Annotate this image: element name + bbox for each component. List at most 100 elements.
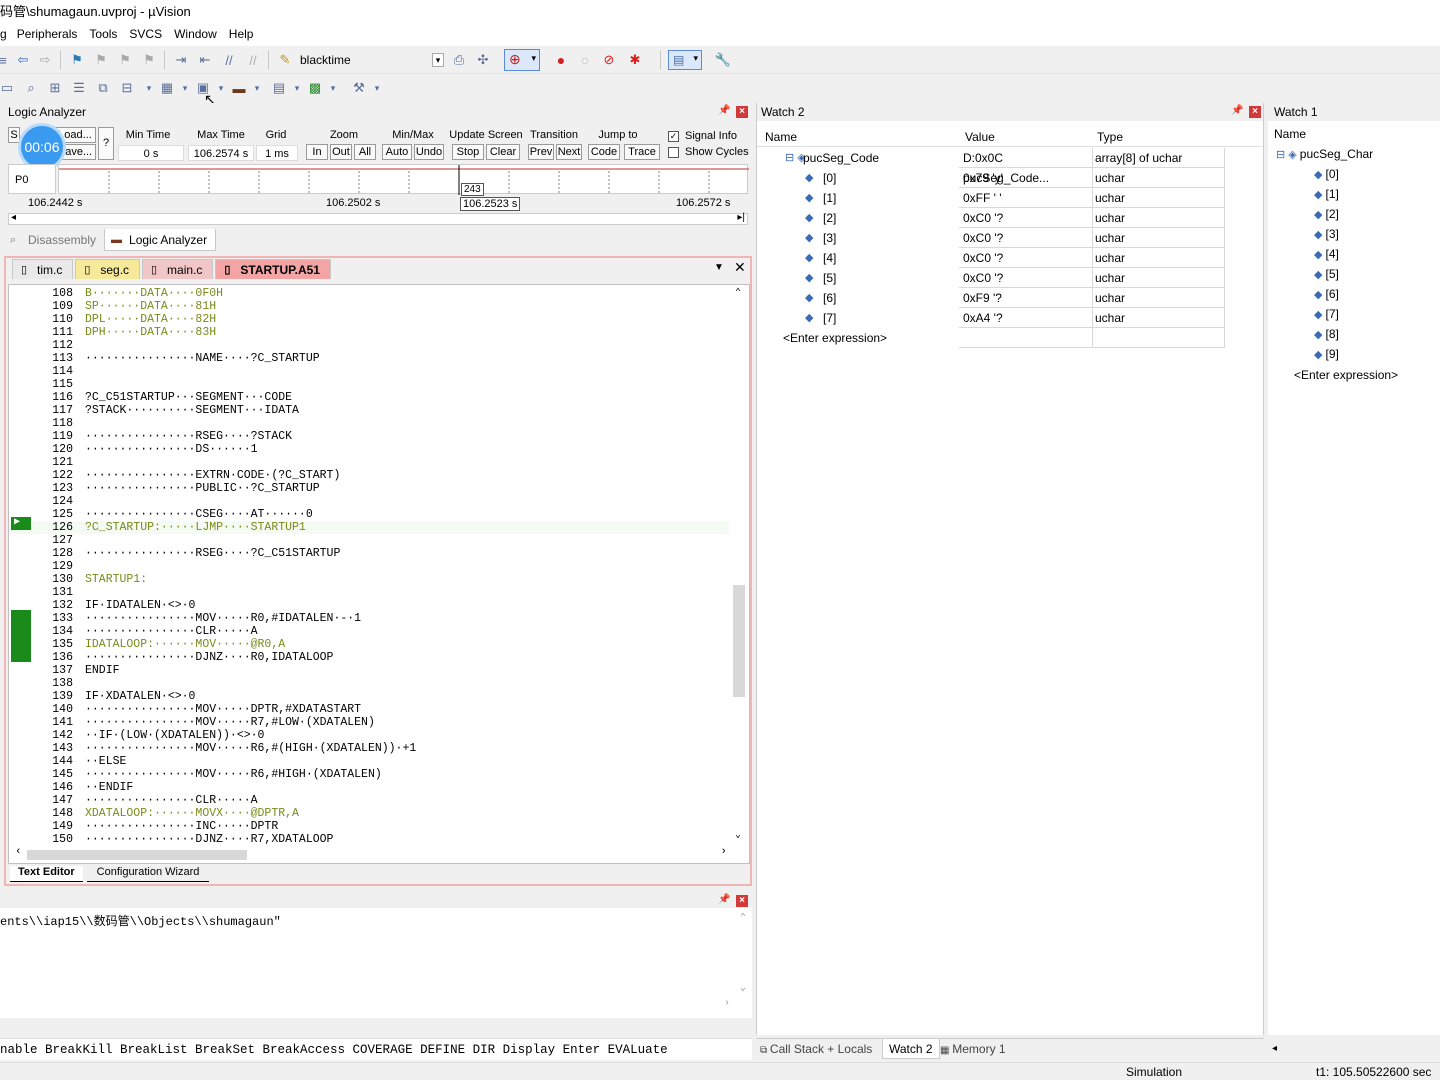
watch1-row[interactable]: ◆ [5] [1314, 264, 1339, 284]
toolbox-icon[interactable]: ⚒ [350, 79, 368, 97]
watch1-row[interactable]: ◆ [9] [1314, 344, 1339, 364]
watch-value[interactable]: 0xFF ' ' [959, 188, 1093, 208]
menu-item-peripherals[interactable]: Peripherals [11, 24, 84, 46]
auto-button[interactable]: Auto [382, 144, 412, 160]
close-icon[interactable]: × [736, 106, 748, 118]
waveform-area[interactable]: 243 [58, 164, 749, 196]
tab-startup-a51[interactable]: ▯ STARTUP.A51 [215, 259, 331, 279]
signal-info-checkbox[interactable]: ✓ [668, 131, 679, 142]
watch-row[interactable]: ◆ [0] 0x79 'y' uchar [757, 168, 1263, 188]
scroll-up-icon[interactable]: ⌃ [735, 287, 741, 299]
stop-button[interactable]: Stop [452, 144, 484, 160]
find-combo[interactable]: blacktime ▾ [300, 51, 446, 69]
watch1-row[interactable]: ◆ [0] [1314, 164, 1339, 184]
pin-icon[interactable]: 📌 [718, 105, 730, 116]
tab-memory1[interactable]: ▦ Memory 1 [940, 1039, 1006, 1059]
bookmark-prev-icon[interactable]: ⚑ [92, 51, 110, 69]
jump-trace-button[interactable]: Trace [624, 144, 660, 160]
forward-icon[interactable]: ⇨ [36, 51, 54, 69]
watch-window-icon[interactable]: ⊟ [118, 79, 136, 97]
comment-icon[interactable]: // [220, 51, 238, 69]
watch-row[interactable]: ◆ [7] 0xA4 '? uchar [757, 308, 1263, 328]
watch-row[interactable]: ◆ [1] 0xFF ' ' uchar [757, 188, 1263, 208]
configure-icon[interactable]: 🔧 [714, 51, 732, 69]
watch1-row[interactable]: ◆ [3] [1314, 224, 1339, 244]
analysis-window-icon[interactable]: ▬ [230, 79, 248, 97]
watch1-row[interactable]: ◆ [2] [1314, 204, 1339, 224]
symbols-window-icon[interactable]: ⊞ [46, 79, 64, 97]
close-file-icon[interactable]: ✕ [734, 259, 746, 276]
breakpoint-disable-icon[interactable]: ○ [576, 51, 594, 69]
breakpoint-kill-all-icon[interactable]: ✱ [626, 51, 644, 69]
breakpoint-icon[interactable]: ● [552, 51, 570, 69]
undo-button[interactable]: Undo [414, 144, 444, 160]
command-window-icon[interactable]: ▭ [0, 79, 16, 97]
jump-code-button[interactable]: Code [588, 144, 620, 160]
bookmark-icon[interactable]: ⚑ [68, 51, 86, 69]
watch1-scrollbar[interactable]: ◂ [1270, 1040, 1440, 1060]
scroll-down-icon[interactable]: ⌄ [735, 829, 741, 841]
window-layout-button[interactable]: ▤ ▾ [668, 50, 702, 70]
horizontal-scrollbar[interactable]: ◂ ▸| [8, 212, 748, 225]
show-cycles-checkbox[interactable] [668, 147, 679, 158]
watch-value[interactable]: 0xA4 '? [959, 308, 1093, 328]
debug-session-button[interactable]: ⊕ ▾ [504, 49, 540, 71]
next-button[interactable]: Next [556, 144, 582, 160]
tab-list-chevron-icon[interactable]: ▼ [714, 262, 724, 273]
zoom-out-button[interactable]: Out [330, 144, 352, 160]
tab-watch2[interactable]: Watch 2 [882, 1039, 940, 1059]
zoom-all-button[interactable]: All [354, 144, 376, 160]
watch-value[interactable]: 0xC0 '? [959, 228, 1093, 248]
pin-icon[interactable]: 📌 [1231, 105, 1243, 116]
tab-configuration-wizard[interactable]: Configuration Wizard [86, 866, 210, 882]
menu-item-tools[interactable]: Tools [83, 24, 123, 46]
trace-window-icon[interactable]: ▤ [270, 79, 288, 97]
enter-expression[interactable]: <Enter expression> [783, 328, 887, 348]
incremental-find-icon[interactable]: ✣ [474, 51, 492, 69]
back-icon[interactable]: ⇦ [14, 51, 32, 69]
menu-item-cut[interactable]: g [0, 24, 11, 46]
close-icon[interactable]: × [1249, 106, 1261, 118]
watch1-root-row[interactable]: ⊟ ◈ pucSeg_Char [1276, 144, 1373, 164]
menu-item-window[interactable]: Window [168, 24, 223, 46]
memory-window-icon[interactable]: ▦ [158, 79, 176, 97]
tab-call-stack[interactable]: ⧉ Call Stack + Locals [760, 1039, 872, 1059]
tab-disassembly[interactable]: ⌕ Disassembly [4, 229, 104, 251]
breakpoint-disable-all-icon[interactable]: ⊘ [600, 51, 618, 69]
watch-value[interactable]: 0xC0 '? [959, 268, 1093, 288]
watch1-row[interactable]: ◆ [4] [1314, 244, 1339, 264]
tab-logic-analyzer[interactable]: ▬ Logic Analyzer [104, 229, 217, 251]
bookmark-clear-icon[interactable]: ⚑ [140, 51, 158, 69]
chevron-down-icon[interactable]: ▾ [432, 53, 444, 67]
watch-value[interactable]: 0xC0 '? [959, 208, 1093, 228]
disassembly-window-icon[interactable]: ⌕ [22, 79, 40, 97]
system-viewer-icon[interactable]: ▩ [306, 79, 324, 97]
signal-name-p0[interactable]: P0 [8, 164, 56, 194]
uncomment-icon[interactable]: // [244, 51, 262, 69]
vertical-scrollbar[interactable]: ⌃ ⌄ [731, 285, 749, 845]
watch1-row[interactable]: ◆ [8] [1314, 324, 1339, 344]
h-scroll-thumb[interactable] [27, 850, 247, 860]
pin-icon[interactable]: 📌 [718, 894, 730, 905]
call-stack-icon[interactable]: ⧉ [94, 79, 112, 97]
watch1-row[interactable]: ◆ [1] [1314, 184, 1339, 204]
enter-expression[interactable]: <Enter expression> [1294, 365, 1398, 385]
registers-window-icon[interactable]: ☰ [70, 79, 88, 97]
indent-more-icon[interactable]: ⇥ [172, 51, 190, 69]
watch-root-row[interactable]: ⊟ ◈ pucSeg_Code D:0x0C pucSeg_Code... array… [757, 148, 1263, 185]
close-icon[interactable]: × [736, 895, 748, 907]
watch-row[interactable]: ◆ [2] 0xC0 '? uchar [757, 208, 1263, 228]
bookmark-next-icon[interactable]: ⚑ [116, 51, 134, 69]
tab-text-editor[interactable]: Text Editor [10, 866, 83, 882]
watch1-row[interactable]: ◆ [6] [1314, 284, 1339, 304]
enter-expression-row[interactable]: <Enter expression> [757, 328, 1263, 348]
prev-button[interactable]: Prev [528, 144, 554, 160]
scroll-thumb[interactable] [733, 585, 745, 697]
code-h-scrollbar[interactable]: ‹ › [13, 846, 729, 861]
watch-row[interactable]: ◆ [5] 0xC0 '? uchar [757, 268, 1263, 288]
tab-seg-c[interactable]: ▯ seg.c [75, 259, 141, 279]
find-in-files-icon[interactable]: ✎ [276, 51, 294, 69]
menu-item-svcs[interactable]: SVCS [123, 24, 168, 46]
watch-value[interactable]: D:0x0C pucSeg_Code... [959, 148, 1093, 185]
menu-item-help[interactable]: Help [223, 24, 260, 46]
